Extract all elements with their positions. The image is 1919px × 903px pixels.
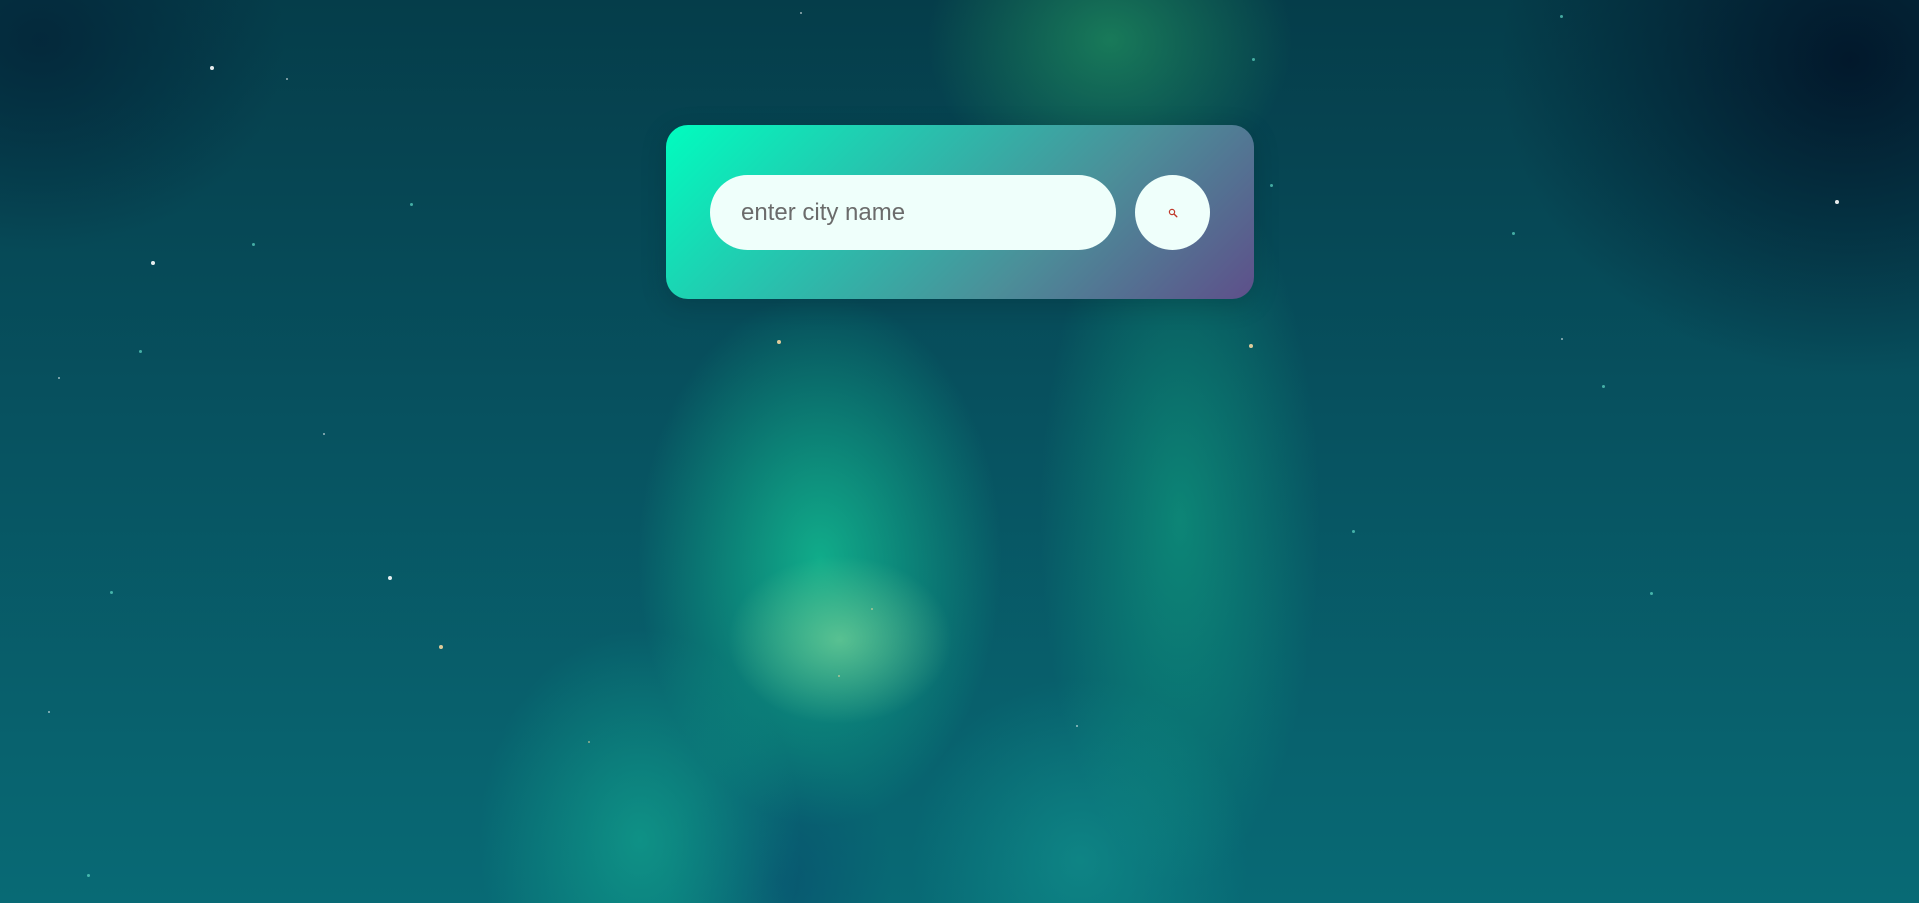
star bbox=[252, 243, 255, 246]
star bbox=[1512, 232, 1515, 235]
star bbox=[1561, 338, 1563, 340]
star bbox=[48, 711, 50, 713]
city-search-input[interactable] bbox=[710, 175, 1116, 250]
star bbox=[58, 377, 60, 379]
star bbox=[588, 741, 590, 743]
star bbox=[1249, 344, 1253, 348]
star bbox=[210, 66, 214, 70]
star bbox=[87, 874, 90, 877]
star bbox=[871, 608, 873, 610]
star bbox=[151, 261, 155, 265]
search-card bbox=[666, 125, 1254, 299]
star bbox=[1076, 725, 1078, 727]
star bbox=[1352, 530, 1355, 533]
star bbox=[1560, 15, 1563, 18]
star bbox=[1835, 200, 1839, 204]
star bbox=[439, 645, 443, 649]
star bbox=[777, 340, 781, 344]
star bbox=[139, 350, 142, 353]
star bbox=[388, 576, 392, 580]
star bbox=[838, 675, 840, 677]
search-button[interactable] bbox=[1135, 175, 1210, 250]
star bbox=[1252, 58, 1255, 61]
star bbox=[410, 203, 413, 206]
star bbox=[323, 433, 325, 435]
star bbox=[1602, 385, 1605, 388]
star bbox=[1270, 184, 1273, 187]
star bbox=[110, 591, 113, 594]
star bbox=[286, 78, 288, 80]
star bbox=[1650, 592, 1653, 595]
star bbox=[800, 12, 802, 14]
search-icon bbox=[1168, 208, 1178, 218]
